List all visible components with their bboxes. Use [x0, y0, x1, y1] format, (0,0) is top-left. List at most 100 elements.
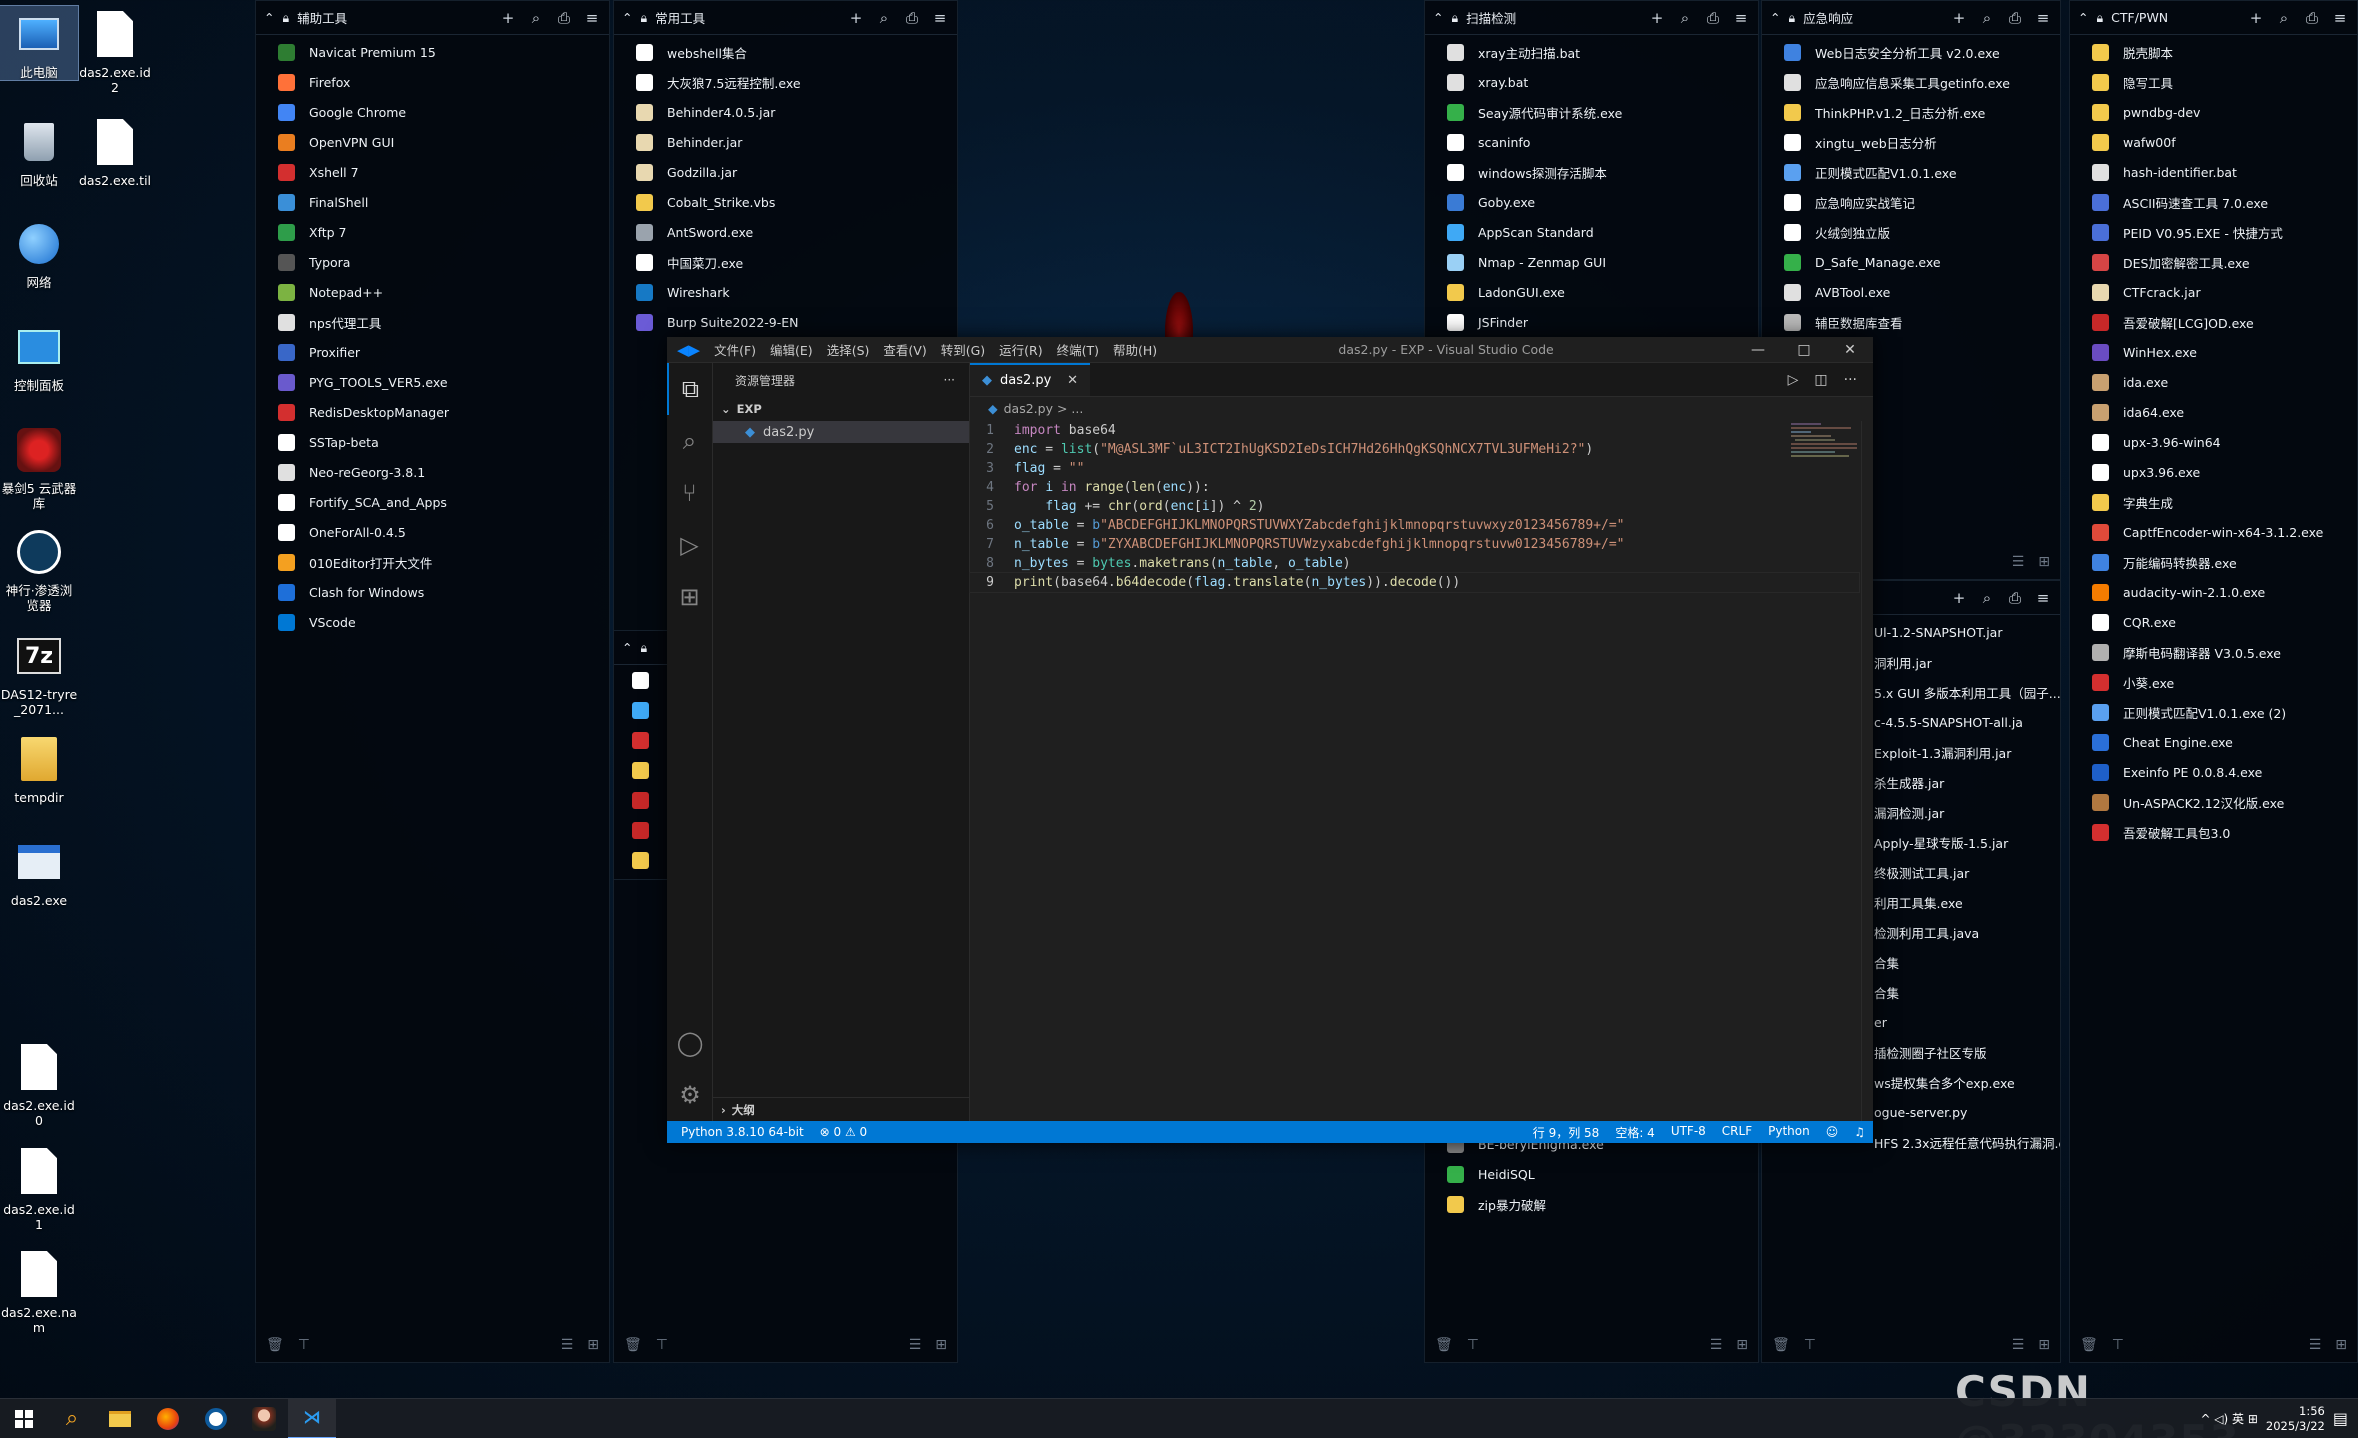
desktop-icon[interactable]: 7z DAS12-tryre_2071...: [0, 628, 78, 717]
menu-item[interactable]: 终端(T): [1057, 340, 1099, 359]
breadcrumb[interactable]: ◆ das2.py > ...: [970, 397, 1873, 419]
fence-item[interactable]: upx-3.96-win64: [2070, 427, 2357, 457]
fence-item[interactable]: WinHex.exe: [2070, 337, 2357, 367]
source-control-icon[interactable]: ⑂: [667, 467, 712, 519]
fence-item[interactable]: 万能编码转换器.exe: [2070, 547, 2357, 577]
fence-item[interactable]: OpenVPN GUI: [256, 127, 609, 157]
fence-item[interactable]: Navicat Premium 15: [256, 37, 609, 67]
fence-header[interactable]: ⌃ 🔒︎ 辅助工具 + ⌕ ⎙ ≡: [256, 1, 609, 35]
notification-center-icon[interactable]: ▤: [2333, 1409, 2348, 1428]
fence-item[interactable]: SSTap-beta: [256, 427, 609, 457]
fence-item[interactable]: CaptfEncoder-win-x64-3.1.2.exe: [2070, 517, 2357, 547]
desktop-icon[interactable]: 神行·渗透浏览器: [0, 524, 78, 613]
fence-item[interactable]: audacity-win-2.1.0.exe: [2070, 577, 2357, 607]
fence-item[interactable]: 吾爱破解[LCG]OD.exe: [2070, 307, 2357, 337]
fence-item[interactable]: Cobalt_Strike.vbs: [614, 187, 957, 217]
fence-item[interactable]: 010Editor打开大文件: [256, 547, 609, 577]
fence-item[interactable]: wafw00f: [2070, 127, 2357, 157]
fence-item[interactable]: Notepad++: [256, 277, 609, 307]
fence-item[interactable]: HeidiSQL: [1425, 1159, 1758, 1189]
lock-icon[interactable]: 🔒︎: [1788, 10, 1795, 26]
code-line[interactable]: 4 for i in range(len(enc)):: [970, 478, 1859, 497]
code-line[interactable]: 3 flag = "": [970, 459, 1859, 478]
grid-view-icon[interactable]: ⊞: [935, 1337, 947, 1353]
desktop-icon[interactable]: das2.exe.id2: [76, 6, 154, 95]
desktop-icon[interactable]: das2.exe.id1: [0, 1143, 78, 1232]
fence-item[interactable]: Cheat Engine.exe: [2070, 727, 2357, 757]
fence-item[interactable]: webshell集合: [614, 37, 957, 67]
folder-section[interactable]: ⌄ EXP: [713, 397, 969, 421]
fence-item[interactable]: Burp Suite2022-9-EN: [614, 307, 957, 337]
add-icon[interactable]: +: [2247, 9, 2265, 27]
fence-header[interactable]: ⌃ 🔒︎ 扫描检测 + ⌕ ⎙ ≡: [1425, 1, 1758, 35]
fence-item[interactable]: DES加密解密工具.exe: [2070, 247, 2357, 277]
pin-icon[interactable]: ⊤: [1467, 1337, 1479, 1353]
collapse-chevron-icon[interactable]: ⌃: [264, 10, 274, 25]
fence-item[interactable]: RedisDesktopManager: [256, 397, 609, 427]
fence-item[interactable]: Nmap - Zenmap GUI: [1425, 247, 1758, 277]
app-taskbar-icon[interactable]: [192, 1399, 240, 1438]
grid-view-icon[interactable]: ⊞: [587, 1337, 599, 1353]
fence-item[interactable]: 应急响应实战笔记: [1762, 187, 2060, 217]
menu-item[interactable]: 文件(F): [714, 340, 756, 359]
trash-icon[interactable]: 🗑︎: [266, 1337, 284, 1353]
collapse-chevron-icon[interactable]: ⌃: [622, 10, 632, 25]
fence-item[interactable]: Fortify_SCA_and_Apps: [256, 487, 609, 517]
menu-item[interactable]: 选择(S): [827, 340, 870, 359]
search-icon[interactable]: ⌕: [2275, 9, 2293, 27]
fence-item[interactable]: Xshell 7: [256, 157, 609, 187]
menu-icon[interactable]: ≡: [2034, 589, 2052, 607]
fence-item[interactable]: 火绒剑独立版: [1762, 217, 2060, 247]
fence-item[interactable]: PYG_TOOLS_VER5.exe: [256, 367, 609, 397]
desktop-icon[interactable]: 控制面板: [0, 319, 78, 393]
fence-item[interactable]: PEID V0.95.EXE - 快捷方式: [2070, 217, 2357, 247]
grid-view-icon[interactable]: ⊞: [2038, 1337, 2050, 1353]
menu-icon[interactable]: ≡: [2034, 9, 2052, 27]
fence-header[interactable]: ⌃ 🔒︎ CTF/PWN + ⌕ ⎙ ≡: [2070, 1, 2357, 35]
status-item[interactable]: ⊗ 0 ⚠ 0: [820, 1125, 868, 1139]
add-icon[interactable]: +: [847, 9, 865, 27]
grid-view-icon[interactable]: ⊞: [2335, 1337, 2347, 1353]
collapse-chevron-icon[interactable]: ⌃: [1433, 10, 1443, 25]
collapse-chevron-icon[interactable]: ⌃: [622, 640, 632, 655]
trash-icon[interactable]: 🗑︎: [1435, 1337, 1453, 1353]
lock-icon[interactable]: 🔒︎: [1451, 10, 1458, 26]
add-icon[interactable]: +: [1950, 589, 1968, 607]
fence-item[interactable]: scaninfo: [1425, 127, 1758, 157]
notifications-bell-icon[interactable]: ♫: [1854, 1125, 1865, 1139]
extensions-icon[interactable]: ⊞: [667, 571, 712, 623]
menu-icon[interactable]: ≡: [2331, 9, 2349, 27]
fence-item[interactable]: JSFinder: [1425, 307, 1758, 337]
file-item[interactable]: ◆ das2.py: [713, 421, 969, 443]
more-actions-icon[interactable]: ···: [944, 373, 955, 387]
run-debug-icon[interactable]: ▷: [667, 519, 712, 571]
fence-item[interactable]: upx3.96.exe: [2070, 457, 2357, 487]
search-taskbar-icon[interactable]: ⌕: [48, 1399, 96, 1438]
delete-icon[interactable]: ⎙: [555, 9, 573, 27]
fence-item[interactable]: zip暴力破解: [1425, 1189, 1758, 1219]
status-item[interactable]: 行 9，列 58: [1533, 1124, 1600, 1141]
fence-item[interactable]: 大灰狼7.5远程控制.exe: [614, 67, 957, 97]
fence-item[interactable]: 吾爱破解工具包3.0: [2070, 817, 2357, 847]
menu-item[interactable]: 帮助(H): [1113, 340, 1157, 359]
collapse-chevron-icon[interactable]: ⌃: [2078, 10, 2088, 25]
run-icon[interactable]: ▷: [1788, 372, 1799, 388]
add-icon[interactable]: +: [1648, 9, 1666, 27]
fence-item[interactable]: Un-ASPACK2.12汉化版.exe: [2070, 787, 2357, 817]
desktop-icon[interactable]: 此电脑: [0, 5, 79, 81]
code-line[interactable]: 2 enc = list("M@ASL3MF`uL3ICT2IhUgKSD2IeD…: [970, 440, 1859, 459]
code-line[interactable]: 6 o_table = b"ABCDEFGHIJKLMNOPQRSTUVWXYZa…: [970, 516, 1859, 535]
fence-item[interactable]: 隐写工具: [2070, 67, 2357, 97]
desktop-icon[interactable]: 回收站: [0, 114, 78, 188]
status-item[interactable]: 空格: 4: [1615, 1124, 1655, 1141]
tray-icons[interactable]: ^ ◁) 英 ⊞: [2200, 1410, 2257, 1427]
fence-item[interactable]: [614, 785, 672, 815]
more-icon[interactable]: ···: [1844, 372, 1857, 388]
fence-item[interactable]: CTFcrack.jar: [2070, 277, 2357, 307]
feedback-icon[interactable]: ☺: [1826, 1125, 1839, 1139]
code-line[interactable]: 1 import base64: [970, 421, 1859, 440]
fence-item[interactable]: ASCII码速查工具 7.0.exe: [2070, 187, 2357, 217]
fence-item[interactable]: 正则模式匹配V1.0.1.exe (2): [2070, 697, 2357, 727]
menu-item[interactable]: 转到(G): [941, 340, 985, 359]
code-line[interactable]: 5 flag += chr(ord(enc[i]) ^ 2): [970, 497, 1859, 516]
